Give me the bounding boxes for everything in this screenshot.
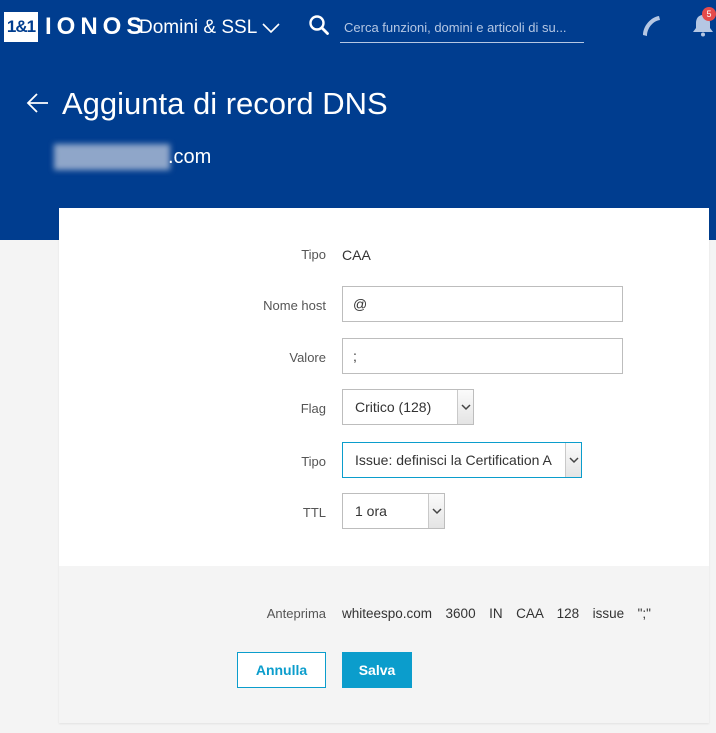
domains-ssl-menu[interactable]: Domini & SSL — [139, 15, 280, 41]
domains-ssl-menu-label: Domini & SSL — [139, 17, 258, 38]
page-title: Aggiunta di record DNS — [62, 86, 388, 121]
chevron-down-icon — [565, 443, 581, 477]
ttl-select-value: 1 ora — [355, 503, 387, 519]
domain-suffix: .com — [168, 146, 212, 168]
tag-type-label: Tipo — [301, 454, 326, 469]
arrow-left-icon[interactable] — [26, 91, 50, 115]
dns-record-form-card: Tipo CAA Nome host Valore Flag Critico (… — [59, 208, 709, 723]
redacted-domain-name — [54, 144, 170, 170]
preview-value: whiteespo.com 3600 IN CAA 128 issue ";" — [342, 606, 651, 621]
tag-type-select-value: Issue: definisci la Certification A — [355, 452, 552, 468]
form-footer — [59, 566, 709, 723]
record-type-value: CAA — [342, 247, 371, 263]
cancel-button[interactable]: Annulla — [237, 652, 326, 688]
tag-type-select[interactable]: Issue: definisci la Certification A — [342, 442, 582, 478]
brand-logo-text[interactable]: IONOS — [45, 13, 147, 41]
preview-label: Anteprima — [266, 606, 326, 621]
ttl-select[interactable]: 1 ora — [342, 493, 445, 529]
record-type-label: Tipo — [301, 247, 326, 262]
search-icon[interactable] — [308, 14, 330, 36]
host-name-input[interactable] — [342, 286, 623, 322]
phone-icon[interactable] — [639, 13, 665, 39]
chevron-down-icon — [262, 23, 280, 34]
top-navigation-bar: 1&1 IONOS Domini & SSL 5 — [0, 0, 716, 56]
value-label: Valore — [289, 350, 326, 365]
save-button[interactable]: Salva — [342, 652, 412, 688]
search-input[interactable] — [340, 12, 584, 43]
brand-logo-box[interactable]: 1&1 — [4, 12, 38, 42]
host-name-label: Nome host — [263, 298, 326, 313]
notification-badge: 5 — [702, 7, 716, 21]
flag-select-value: Critico (128) — [355, 399, 432, 415]
chevron-down-icon — [428, 494, 444, 528]
flag-label: Flag — [300, 401, 326, 416]
value-input[interactable] — [342, 338, 623, 374]
chevron-down-icon — [457, 390, 473, 424]
ttl-label: TTL — [302, 505, 326, 520]
flag-select[interactable]: Critico (128) — [342, 389, 474, 425]
